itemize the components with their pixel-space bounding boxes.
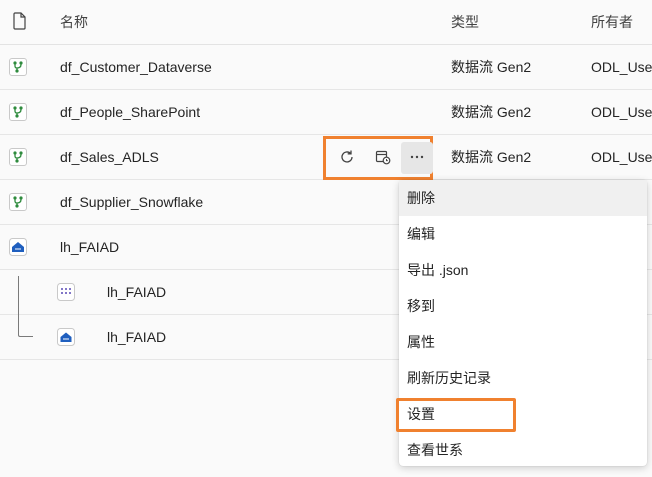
settings-highlight (396, 398, 516, 432)
row-type: 数据流 Gen2 (451, 59, 532, 75)
menu-item-edit[interactable]: 编辑 (399, 216, 647, 252)
menu-item-properties[interactable]: 属性 (399, 324, 647, 360)
lakehouse-icon (9, 238, 27, 256)
more-options-button[interactable] (401, 142, 433, 174)
menu-item-view-lineage[interactable]: 查看世系 (399, 432, 647, 468)
table-header: 名称 类型 所有者 (0, 0, 652, 45)
refresh-button[interactable] (331, 142, 363, 174)
row-name[interactable]: df_Customer_Dataverse (60, 45, 212, 89)
dataflow-icon (9, 58, 27, 76)
row-owner: ODL_User (591, 104, 652, 120)
row-name[interactable]: lh_FAIAD (107, 315, 166, 359)
schedule-button[interactable] (367, 142, 399, 174)
row-name[interactable]: df_Supplier_Snowflake (60, 180, 203, 224)
tree-connector (18, 276, 33, 337)
file-type-icon (12, 12, 30, 30)
menu-item-export-json[interactable]: 导出 .json (399, 252, 647, 288)
more-icon (409, 149, 425, 168)
row-name[interactable]: lh_FAIAD (107, 270, 166, 314)
column-header-name[interactable]: 名称 (60, 0, 88, 44)
row-name[interactable]: lh_FAIAD (60, 225, 119, 269)
column-header-owner[interactable]: 所有者 (591, 0, 652, 44)
sql-endpoint-icon (57, 283, 75, 301)
row-actions (323, 136, 433, 180)
row-type: 数据流 Gen2 (451, 104, 532, 120)
table-row[interactable]: df_People_SharePoint 数据流 Gen2 ODL_User (0, 90, 652, 135)
row-owner: ODL_User (591, 149, 652, 165)
row-type: 数据流 Gen2 (451, 149, 532, 165)
refresh-icon (339, 149, 355, 168)
menu-item-refresh-history[interactable]: 刷新历史记录 (399, 360, 647, 396)
column-header-type[interactable]: 类型 (451, 0, 479, 44)
row-name[interactable]: df_Sales_ADLS (60, 135, 159, 179)
row-owner: ODL_User (591, 59, 652, 75)
row-name[interactable]: df_People_SharePoint (60, 90, 200, 134)
menu-item-move-to[interactable]: 移到 (399, 288, 647, 324)
lakehouse-icon (57, 328, 75, 346)
dataflow-icon (9, 103, 27, 121)
menu-item-delete[interactable]: 删除 (399, 180, 647, 216)
dataflow-icon (9, 193, 27, 211)
table-row[interactable]: df_Customer_Dataverse 数据流 Gen2 ODL_User (0, 45, 652, 90)
schedule-icon (375, 149, 391, 168)
dataflow-icon (9, 148, 27, 166)
